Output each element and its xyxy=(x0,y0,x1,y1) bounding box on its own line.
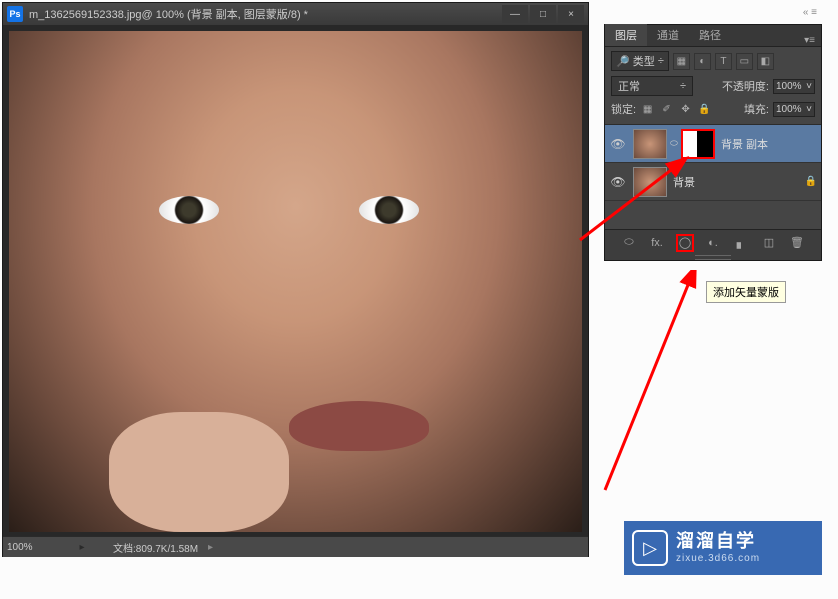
tab-channels[interactable]: 通道 xyxy=(647,24,689,46)
lock-label: 锁定: xyxy=(611,101,636,117)
filter-row: 🔎 类型 ÷ ▦ ◐ T ▭ ◧ xyxy=(611,51,815,71)
lock-transparency-icon[interactable]: ▦ xyxy=(640,102,655,117)
watermark: ▷ 溜溜自学 zixue.3d66.com xyxy=(624,521,822,575)
chevron-down-icon: ˅ xyxy=(806,104,812,115)
image-content xyxy=(109,412,289,532)
panel-collapse-icon[interactable]: « ≡ xyxy=(803,7,817,18)
mask-link-icon[interactable]: ⬭ xyxy=(669,138,679,149)
minimize-button[interactable]: — xyxy=(502,5,528,23)
add-mask-icon[interactable]: ◯ xyxy=(676,234,694,252)
doc-info[interactable]: 文档:809.7K/1.58M xyxy=(113,540,198,555)
layer-name[interactable]: 背景 xyxy=(673,174,801,190)
new-group-icon[interactable]: ▖ xyxy=(732,234,750,252)
chevron-right-icon[interactable]: ▸ xyxy=(208,542,213,553)
visibility-toggle-icon[interactable]: 👁 xyxy=(605,175,631,189)
document-window: Ps m_1362569152338.jpg@ 100% (背景 副本, 图层蒙… xyxy=(2,2,589,557)
fill-input[interactable]: 100% ˅ xyxy=(773,102,815,117)
layer-mask-thumbnail[interactable] xyxy=(681,129,715,159)
chevron-down-icon: ÷ xyxy=(658,55,664,67)
divider: ▸ xyxy=(77,542,87,553)
adjustment-layer-icon[interactable]: ◐. xyxy=(704,234,722,252)
lock-all-icon[interactable]: 🔒 xyxy=(697,102,712,117)
tab-layers[interactable]: 图层 xyxy=(605,24,647,46)
filter-shape-icon[interactable]: ▭ xyxy=(736,53,753,70)
document-image xyxy=(9,31,582,532)
new-layer-icon[interactable]: ◫ xyxy=(760,234,778,252)
filter-smart-icon[interactable]: ◧ xyxy=(757,53,774,70)
lock-row: 锁定: ▦ ✐ ✥ 🔒 填充: 100% ˅ xyxy=(611,101,815,117)
titlebar: Ps m_1362569152338.jpg@ 100% (背景 副本, 图层蒙… xyxy=(3,3,588,25)
fill-value: 100% xyxy=(776,104,802,115)
tab-paths[interactable]: 路径 xyxy=(689,24,731,46)
panel-tabs: 图层 通道 路径 ▾≡ xyxy=(605,25,821,47)
lock-brush-icon[interactable]: ✐ xyxy=(659,102,674,117)
canvas-area[interactable] xyxy=(3,25,588,536)
lock-indicator-icon: 🔒 xyxy=(801,176,821,187)
layer-row[interactable]: 👁 背景 🔒 xyxy=(605,163,821,201)
layer-options: 🔎 类型 ÷ ▦ ◐ T ▭ ◧ 正常 ÷ 不透明度: 100% ˅ 锁定: ▦ ✐… xyxy=(605,47,821,124)
layers-empty xyxy=(605,201,821,229)
visibility-toggle-icon[interactable]: 👁 xyxy=(605,137,631,151)
lock-move-icon[interactable]: ✥ xyxy=(678,102,693,117)
resize-handle[interactable] xyxy=(605,255,821,260)
fx-icon[interactable]: fx. xyxy=(648,234,666,252)
statusbar: 100% ▸ 文档:809.7K/1.58M ▸ xyxy=(3,536,588,557)
link-layers-icon[interactable]: ⬭ xyxy=(620,234,638,252)
filter-type-select[interactable]: 🔎 类型 ÷ xyxy=(611,51,669,71)
layers-panel: « ≡ 图层 通道 路径 ▾≡ 🔎 类型 ÷ ▦ ◐ T ▭ ◧ 正常÷ 不透明… xyxy=(604,24,822,261)
tooltip: 添加矢量蒙版 xyxy=(706,281,786,303)
chevron-down-icon: ÷ xyxy=(680,80,686,92)
fill-label: 填充: xyxy=(744,101,769,117)
image-content xyxy=(289,401,429,451)
layer-row[interactable]: 👁 ⬭ 背景 副本 xyxy=(605,125,821,163)
opacity-input[interactable]: 100% ˅ xyxy=(773,79,815,94)
doc-label: 文档: xyxy=(113,544,136,555)
watermark-url: zixue.3d66.com xyxy=(676,553,760,565)
image-content xyxy=(159,196,219,224)
blend-row: 正常 ÷ 不透明度: 100% ˅ xyxy=(611,76,815,96)
blend-mode-select[interactable]: 正常 ÷ xyxy=(611,76,693,96)
layer-thumbnail[interactable] xyxy=(633,167,667,197)
watermark-title: 溜溜自学 xyxy=(676,531,760,553)
layer-thumbnail[interactable] xyxy=(633,129,667,159)
filter-adjust-icon[interactable]: ◐ xyxy=(694,53,711,70)
panel-bottom: ⬭ fx. ◯ ◐. ▖ ◫ 🗑 xyxy=(605,229,821,255)
panel-menu-icon[interactable]: ▾≡ xyxy=(798,35,821,46)
filter-text-icon[interactable]: T xyxy=(715,53,732,70)
opacity-value: 100% xyxy=(776,81,802,92)
chevron-down-icon: ˅ xyxy=(806,81,812,92)
blend-mode-value: 正常 xyxy=(618,78,640,94)
play-icon: ▷ xyxy=(632,530,668,566)
document-title: m_1362569152338.jpg@ 100% (背景 副本, 图层蒙版/8… xyxy=(29,6,500,22)
layers-list: 👁 ⬭ 背景 副本 👁 背景 🔒 xyxy=(605,124,821,201)
trash-icon[interactable]: 🗑 xyxy=(788,234,806,252)
ps-logo-icon: Ps xyxy=(7,6,23,22)
filter-pixel-icon[interactable]: ▦ xyxy=(673,53,690,70)
maximize-button[interactable]: □ xyxy=(530,5,556,23)
close-button[interactable]: × xyxy=(558,5,584,23)
annotation-arrow-2 xyxy=(590,270,710,500)
doc-size: 809.7K/1.58M xyxy=(136,544,198,555)
type-label: 类型 xyxy=(633,53,655,69)
zoom-value[interactable]: 100% xyxy=(7,542,77,553)
image-content xyxy=(359,196,419,224)
search-icon: 🔎 xyxy=(616,55,630,68)
layer-name[interactable]: 背景 副本 xyxy=(721,136,821,152)
opacity-label: 不透明度: xyxy=(722,78,769,94)
